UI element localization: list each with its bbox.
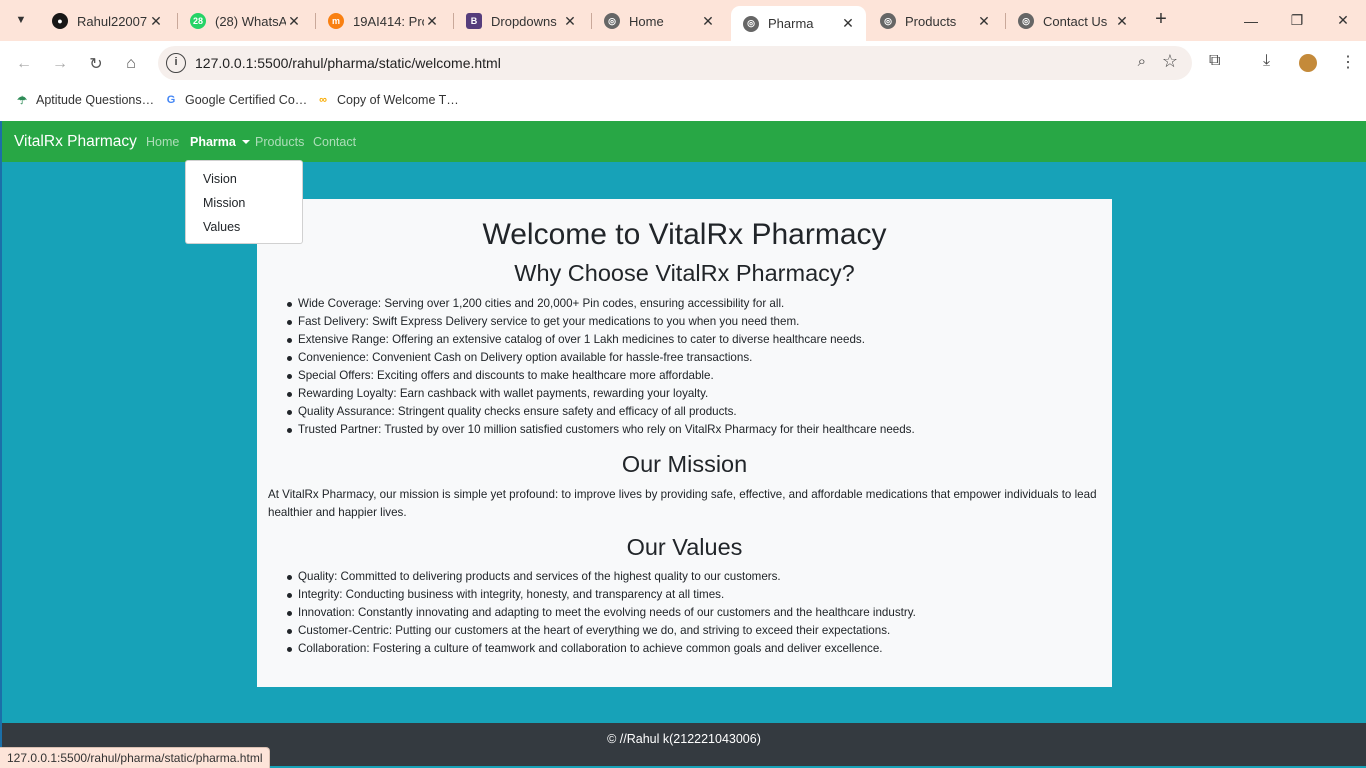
address-bar[interactable]: i 127.0.0.1:5500/rahul/pharma/static/wel…	[158, 46, 1192, 80]
brand-link[interactable]: VitalRx Pharmacy	[14, 133, 137, 151]
chevron-down-icon: ▼	[15, 14, 27, 26]
dropdown-item-vision[interactable]: Vision	[203, 172, 237, 186]
bootstrap-icon: B	[466, 13, 482, 29]
footer-text: © //Rahul k(212221043006)	[607, 732, 761, 746]
close-icon[interactable]: ✕	[424, 13, 440, 30]
list-item: Convenience: Convenient Cash on Delivery…	[287, 349, 915, 367]
reload-icon: ↻	[89, 56, 103, 73]
arrow-left-icon: ←	[16, 55, 32, 72]
forward-button[interactable]: →	[46, 50, 74, 78]
info-icon[interactable]: i	[166, 53, 186, 73]
list-item: Collaboration: Fostering a culture of te…	[287, 640, 916, 658]
page-title: Welcome to VitalRx Pharmacy	[482, 218, 887, 251]
extensions-icon[interactable]: ⧉	[1209, 52, 1220, 70]
globe-icon: ◎	[1018, 13, 1034, 29]
status-bar-url: 127.0.0.1:5500/rahul/pharma/static/pharm…	[0, 747, 271, 768]
list-item: Wide Coverage: Serving over 1,200 cities…	[287, 295, 915, 313]
nav-products[interactable]: Products	[255, 135, 304, 149]
close-window-button[interactable]: ✕	[1320, 0, 1366, 41]
list-item: Extensive Range: Offering an extensive c…	[287, 331, 915, 349]
back-button[interactable]: ←	[10, 50, 38, 78]
close-icon[interactable]: ✕	[148, 13, 164, 30]
bookmark-aptitude[interactable]: ☂ Aptitude Questions…	[15, 93, 154, 107]
tab-whatsapp[interactable]: 28 (28) WhatsA… ✕	[178, 6, 312, 36]
avatar[interactable]	[1299, 54, 1317, 72]
browser-toolbar: ← → ↻ ⌂ i 127.0.0.1:5500/rahul/pharma/st…	[0, 41, 1366, 86]
url-text[interactable]: 127.0.0.1:5500/rahul/pharma/static/welco…	[195, 55, 501, 71]
tab-dropdowns[interactable]: B Dropdowns ✕	[454, 6, 588, 36]
whatsapp-icon: 28	[190, 13, 206, 29]
mission-heading: Our Mission	[621, 451, 748, 477]
close-icon[interactable]: ✕	[562, 13, 578, 30]
home-button[interactable]: ⌂	[117, 50, 145, 78]
reload-button[interactable]: ↻	[82, 50, 110, 78]
globe-icon: ◎	[743, 15, 759, 32]
close-icon[interactable]: ✕	[976, 13, 992, 30]
globe-icon: ◎	[604, 13, 620, 29]
why-list: Wide Coverage: Serving over 1,200 cities…	[287, 295, 915, 439]
arrow-right-icon: →	[52, 55, 68, 72]
close-icon[interactable]: ✕	[286, 13, 302, 30]
mission-text: At VitalRx Pharmacy, our mission is simp…	[268, 488, 1097, 519]
more-menu-icon[interactable]: ⋮	[1340, 52, 1356, 72]
list-item: Trusted Partner: Trusted by over 10 mill…	[287, 421, 915, 439]
list-item: Special Offers: Exciting offers and disc…	[287, 367, 915, 385]
list-item: Innovation: Constantly innovating and ad…	[287, 604, 916, 622]
close-icon[interactable]: ✕	[1114, 13, 1130, 30]
google-icon: G	[166, 94, 176, 106]
close-icon[interactable]: ✕	[700, 13, 716, 30]
nav-contact[interactable]: Contact	[313, 135, 356, 149]
tab-search-button[interactable]: ▼	[8, 8, 34, 32]
bookmark-colab[interactable]: ∞ Copy of Welcome T…	[316, 93, 459, 107]
github-icon: ●	[52, 13, 68, 29]
list-item: Rewarding Loyalty: Earn cashback with wa…	[287, 385, 915, 403]
star-icon[interactable]: ☆	[1162, 51, 1178, 72]
moodle-icon: m	[328, 13, 344, 29]
tab-moodle[interactable]: m 19AI414: Pro… ✕	[316, 6, 450, 36]
bookmark-google-certified[interactable]: G Google Certified Co…	[164, 93, 308, 107]
minimize-button[interactable]: —	[1228, 0, 1274, 41]
pharma-dropdown-menu: Vision Mission Values	[185, 160, 303, 244]
nav-home[interactable]: Home	[146, 135, 179, 149]
list-item: Integrity: Conducting business with inte…	[287, 586, 916, 604]
restore-icon: ❐	[1290, 12, 1304, 28]
list-item: Customer-Centric: Putting our customers …	[287, 622, 916, 640]
tab-strip: ▼ ● Rahul22007… ✕ 28 (28) WhatsA… ✕ m 19…	[0, 0, 1366, 41]
bookmarks-bar: ☂ Aptitude Questions… G Google Certified…	[0, 86, 1366, 121]
list-item: Fast Delivery: Swift Express Delivery se…	[287, 313, 915, 331]
content-card: Welcome to VitalRx Pharmacy Why Choose V…	[257, 199, 1112, 687]
new-tab-button[interactable]: +	[1150, 9, 1172, 31]
tab-home[interactable]: ◎ Home ✕	[592, 6, 726, 36]
download-icon[interactable]: ⤓	[1263, 52, 1270, 70]
values-heading: Our Values	[626, 534, 743, 560]
tab-pharma[interactable]: ◎ Pharma ✕	[731, 6, 866, 41]
umbrella-icon: ☂	[17, 94, 27, 107]
restore-button[interactable]: ❐	[1274, 0, 1320, 41]
close-icon[interactable]: ✕	[840, 15, 856, 32]
dropdown-item-mission[interactable]: Mission	[203, 196, 245, 210]
tab-products[interactable]: ◎ Products ✕	[868, 6, 1002, 36]
tab-contact-us[interactable]: ◎ Contact Us ✕	[1006, 6, 1140, 36]
home-icon: ⌂	[126, 55, 136, 72]
zoom-icon[interactable]: ⌕	[1138, 53, 1146, 70]
why-heading: Why Choose VitalRx Pharmacy?	[514, 260, 855, 286]
site-navbar: VitalRx Pharmacy Home Pharma Products Co…	[2, 121, 1366, 162]
nav-pharma-dropdown[interactable]: Pharma	[190, 135, 250, 149]
globe-icon: ◎	[880, 13, 896, 29]
list-item: Quality Assurance: Stringent quality che…	[287, 403, 915, 421]
minimize-icon: —	[1244, 12, 1258, 29]
tab-github[interactable]: ● Rahul22007… ✕	[40, 6, 174, 36]
values-list: Quality: Committed to delivering product…	[287, 568, 916, 658]
close-icon: ✕	[1337, 12, 1349, 28]
plus-icon: +	[1155, 8, 1167, 30]
caret-down-icon	[241, 140, 250, 144]
dropdown-item-values[interactable]: Values	[203, 220, 240, 234]
list-item: Quality: Committed to delivering product…	[287, 568, 916, 586]
colab-icon: ∞	[319, 94, 327, 106]
